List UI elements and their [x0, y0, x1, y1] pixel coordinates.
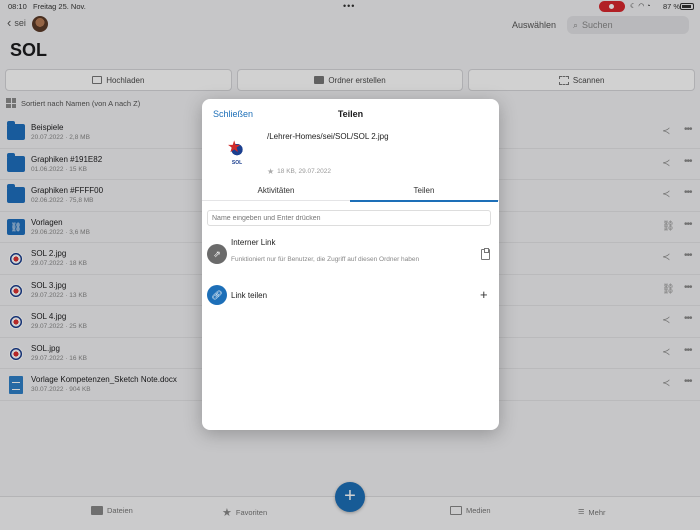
tab-activities[interactable]: Aktivitäten	[202, 186, 350, 195]
file-path: /Lehrer-Homes/sei/SOL/SOL 2.jpg	[267, 132, 389, 141]
internal-link-description: Funktioniert nur für Benutzer, die Zugri…	[231, 256, 420, 263]
external-link-icon: ⇗	[207, 244, 227, 264]
share-link-label: Link teilen	[231, 291, 268, 300]
link-icon: 🔗︎	[207, 285, 227, 305]
logo-text: SOL	[231, 160, 243, 166]
add-share-link-button[interactable]: +	[480, 287, 488, 302]
tab-share[interactable]: Teilen	[350, 186, 498, 202]
share-name-input[interactable]	[207, 210, 491, 226]
file-info: ★ 18 KB, 29.07.2022	[267, 167, 331, 176]
star-logo-icon: ★	[227, 139, 242, 156]
file-thumbnail: ★ SOL	[222, 136, 252, 170]
dialog-title: Teilen	[337, 109, 364, 119]
favorite-star-icon[interactable]: ★	[267, 167, 274, 176]
copy-clipboard-icon[interactable]	[481, 248, 490, 260]
dialog-tabs: Aktivitäten Teilen	[202, 181, 499, 202]
file-info-text: 18 KB, 29.07.2022	[277, 168, 332, 175]
share-dialog: Schließen Teilen ★ SOL /Lehrer-Homes/sei…	[202, 99, 499, 430]
internal-link-title: Interner Link	[231, 238, 276, 247]
